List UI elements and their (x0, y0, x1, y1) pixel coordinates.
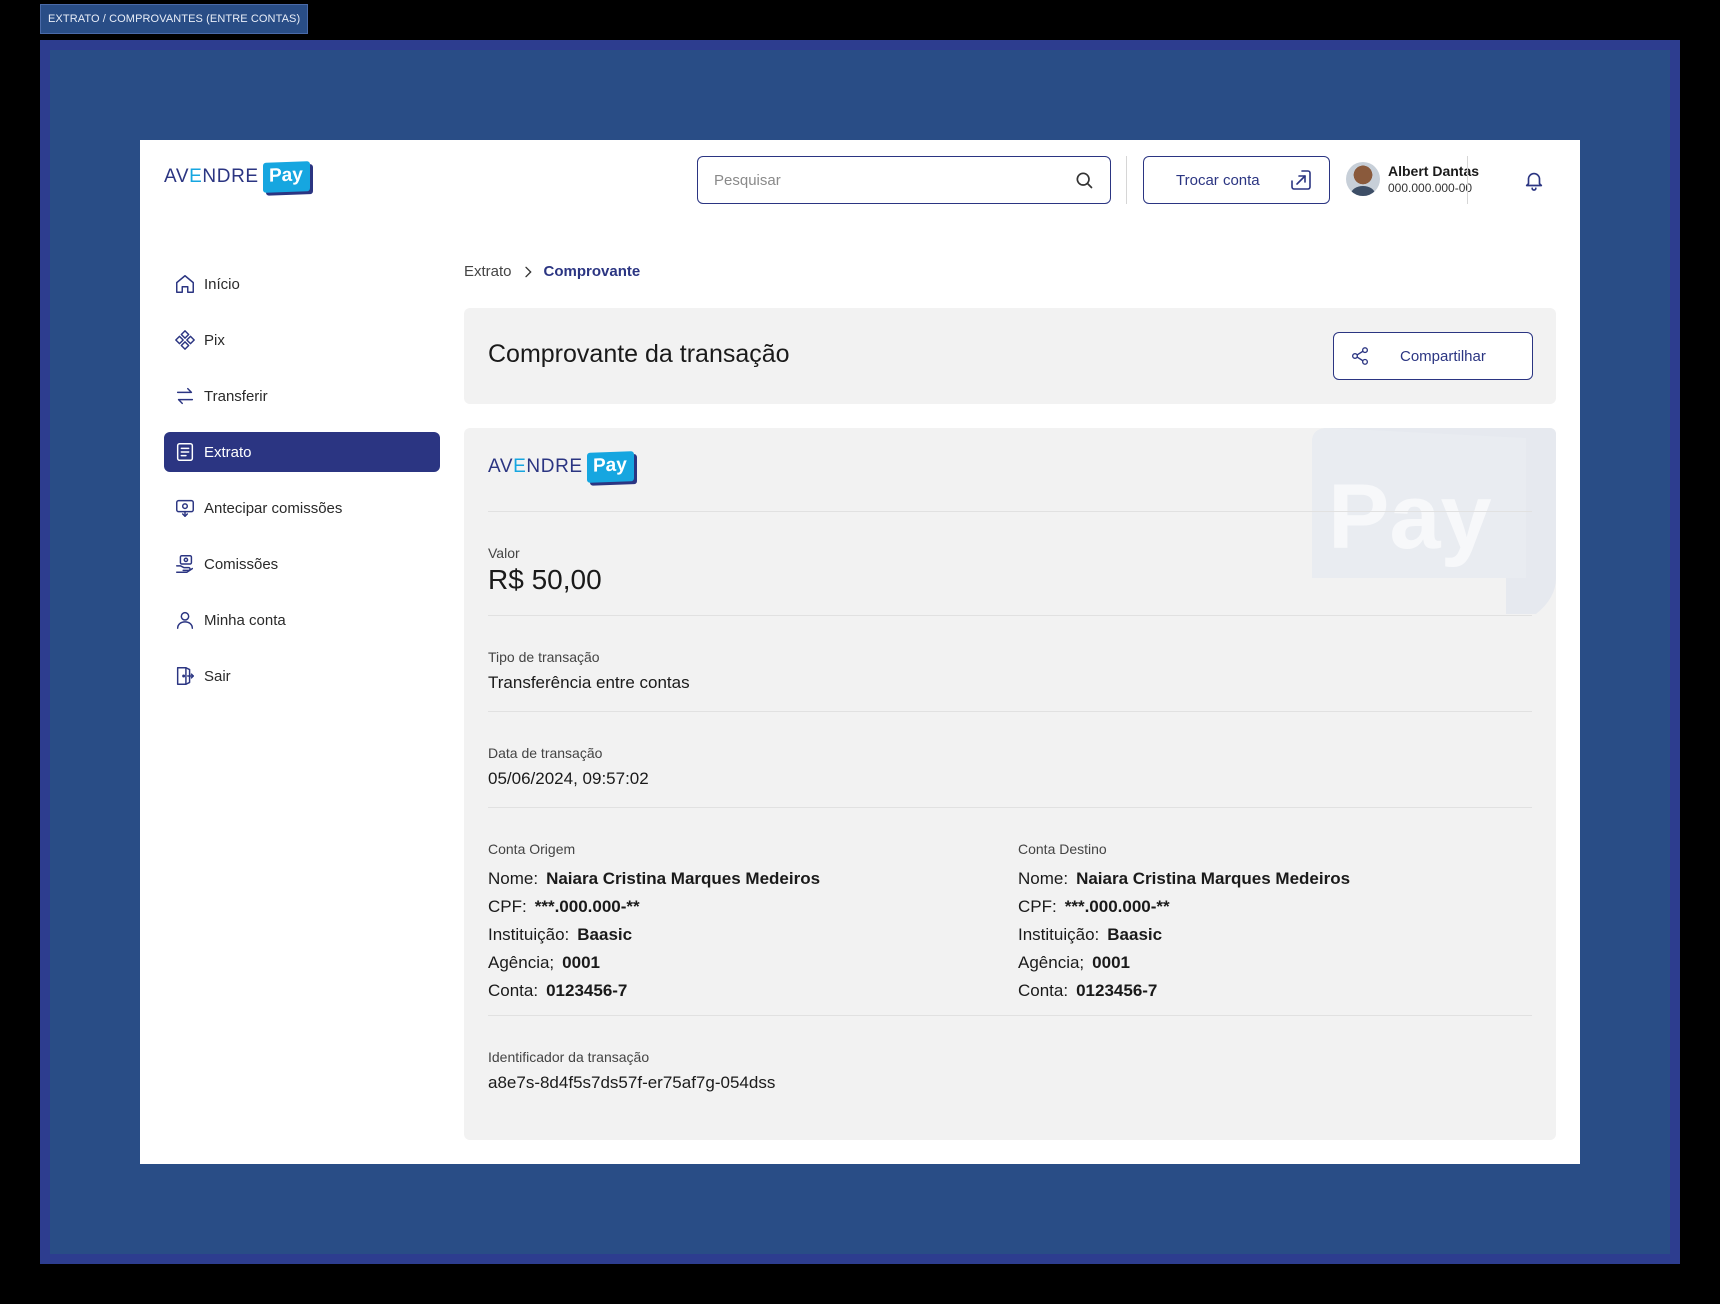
sidebar-item-label: Comissões (204, 555, 279, 573)
transaction-date-label: Data de transação (488, 745, 603, 761)
origin-agency-row: Agência; 0001 (488, 953, 600, 972)
sidebar-item-label: Sair (204, 667, 231, 685)
sidebar-item-sair[interactable]: Sair (164, 656, 440, 696)
breadcrumb-current: Comprovante (543, 263, 641, 280)
origin-account: Conta Origem Nome: Naiara Cristina Marque… (488, 841, 820, 1005)
share-icon (1352, 347, 1368, 365)
sidebar-item-transferir[interactable]: Transferir (164, 376, 440, 416)
pix-icon (175, 330, 195, 350)
transaction-date-value: 05/06/2024, 09:57:02 (488, 769, 649, 788)
switch-account-button[interactable]: Trocar conta (1143, 156, 1330, 204)
user-document: 000.000.000-00 (1388, 181, 1473, 195)
amount-value: R$ 50,00 (488, 564, 602, 595)
sidebar-item-comissoes[interactable]: Comissões (164, 544, 440, 584)
sidebar-item-label: Extrato (204, 443, 252, 461)
watermark-text: Pay (1328, 466, 1492, 568)
sidebar-item-antecipar-comissoes[interactable]: Antecipar comissões (164, 488, 440, 528)
bell-icon[interactable] (1523, 169, 1545, 191)
advance-icon (176, 499, 194, 517)
brand-wordmark: AVENDRE (488, 456, 583, 477)
switch-account-icon (1291, 170, 1311, 190)
sidebar-item-label: Início (204, 275, 240, 293)
title-card: Comprovante da transação Compartilhar (464, 308, 1556, 404)
transaction-id-value: a8e7s-8d4f5s7ds57f-er75af7g-054dss (488, 1073, 776, 1092)
destination-account: Conta Destino Nome: Naiara Cristina Marqu… (1018, 841, 1350, 1005)
commission-icon (176, 555, 194, 573)
receipt-logo: AVENDRE Pay (488, 451, 634, 483)
brand-pay-badge: Pay (586, 451, 634, 483)
user-name: Albert Dantas (1388, 163, 1480, 179)
sidebar-item-extrato[interactable]: Extrato (164, 432, 440, 472)
share-button[interactable]: Compartilhar (1333, 332, 1533, 380)
page-title: Comprovante da transação (488, 340, 790, 368)
sidebar-item-label: Antecipar comissões (204, 499, 343, 517)
sidebar-item-inicio[interactable]: Início (164, 264, 440, 304)
divider (488, 1015, 1532, 1016)
sidebar-item-pix[interactable]: Pix (164, 320, 440, 360)
user-profile[interactable]: Albert Dantas 000.000.000-00 (1346, 162, 1479, 196)
destination-cpf-row: CPF: ***.000.000-** (1018, 897, 1170, 916)
divider (488, 711, 1532, 712)
destination-agency-row: Agência; 0001 (1018, 953, 1130, 972)
statement-icon (176, 443, 194, 461)
search-input[interactable] (714, 171, 1074, 189)
divider (488, 807, 1532, 808)
brand-wordmark: AVENDRE (164, 166, 259, 187)
breadcrumb: Extrato Comprovante (464, 263, 640, 280)
brand-pay-badge: Pay (262, 161, 310, 193)
origin-account-title: Conta Origem (488, 841, 576, 857)
avatar (1346, 162, 1380, 196)
transaction-type-label: Tipo de transação (488, 649, 600, 665)
home-icon (176, 275, 194, 293)
sidebar-item-minha-conta[interactable]: Minha conta (164, 600, 440, 640)
origin-account-row: Conta: 0123456-7 (488, 981, 628, 1000)
destination-name-row: Nome: Naiara Cristina Marques Medeiros (1018, 869, 1351, 888)
search-box[interactable] (697, 156, 1111, 204)
destination-account-row: Conta: 0123456-7 (1018, 981, 1158, 1000)
switch-account-label: Trocar conta (1176, 171, 1260, 189)
search-icon[interactable] (1074, 170, 1094, 190)
transaction-type-value: Transferência entre contas (488, 673, 690, 692)
chevron-right-icon (524, 266, 532, 277)
pay-watermark: Pay (1312, 428, 1556, 614)
sidebar-item-label: Transferir (204, 387, 268, 405)
frame-label: EXTRATO / COMPROVANTES (ENTRE CONTAS) (40, 4, 309, 34)
origin-name-row: Nome: Naiara Cristina Marques Medeiros (488, 869, 821, 888)
sidebar-nav: Início Pix Transferir Extrato Antecipar … (164, 264, 440, 712)
header-divider (1126, 156, 1127, 204)
origin-institution-row: Instituição: Baasic (488, 925, 633, 944)
divider (488, 615, 1532, 616)
sidebar-item-label: Minha conta (204, 611, 286, 629)
brand-logo[interactable]: AVENDRE Pay (164, 161, 310, 193)
receipt-card: Pay AVENDRE Pay Valor R$ 50,00 Tipo de t… (464, 428, 1556, 1140)
origin-cpf-row: CPF: ***.000.000-** (488, 897, 640, 916)
app-window: AVENDRE Pay Trocar conta Albert Dantas 0… (140, 140, 1580, 1164)
breadcrumb-extrato[interactable]: Extrato (464, 263, 512, 280)
logout-icon (176, 667, 194, 685)
user-icon (176, 611, 194, 629)
share-button-label: Compartilhar (1400, 347, 1486, 365)
destination-institution-row: Instituição: Baasic (1018, 925, 1163, 944)
header-divider (1467, 156, 1468, 204)
transfer-icon (176, 387, 194, 405)
sidebar-item-label: Pix (204, 331, 225, 349)
divider (488, 511, 1532, 512)
transaction-id-label: Identificador da transação (488, 1049, 650, 1065)
amount-label: Valor (488, 545, 520, 561)
destination-account-title: Conta Destino (1018, 841, 1107, 857)
